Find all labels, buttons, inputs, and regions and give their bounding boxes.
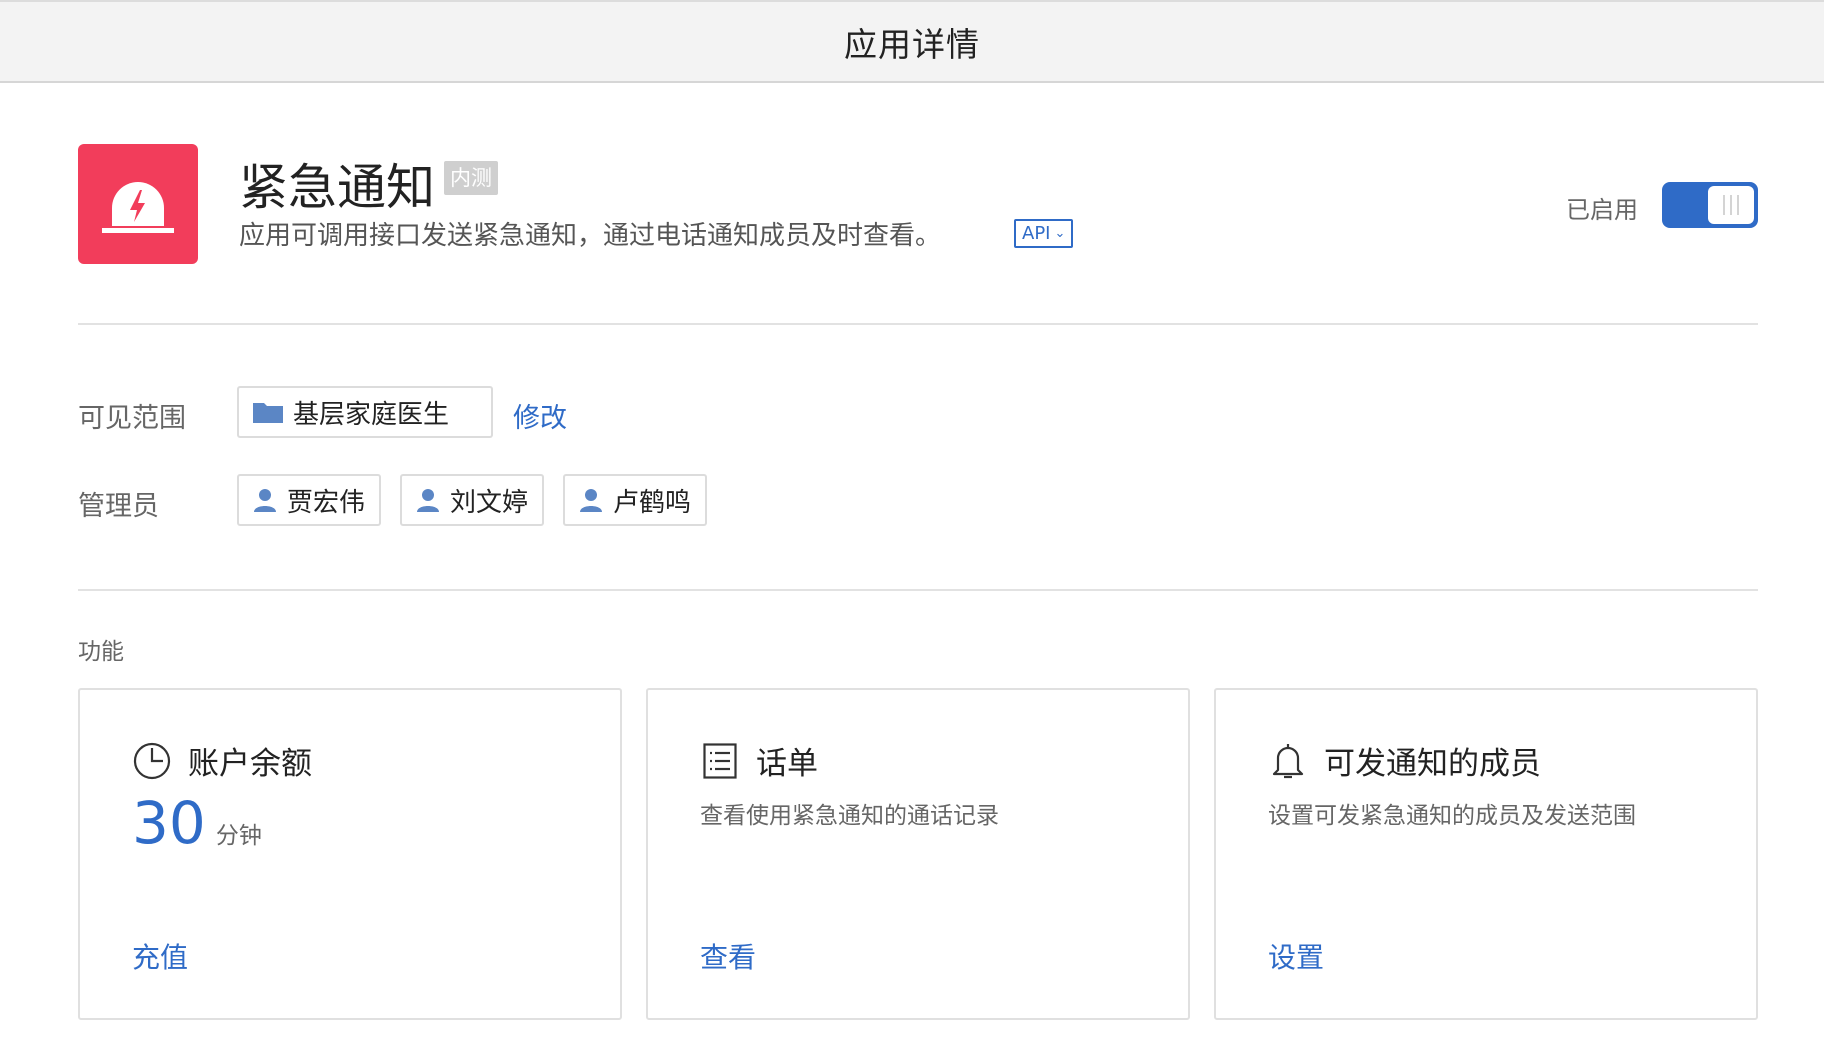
api-dropdown[interactable]: API ⌄ [1014,219,1074,248]
view-records-link[interactable]: 查看 [700,936,756,976]
visibility-scope: 基层家庭医生 [293,399,450,430]
card-title: 话单 [756,746,818,782]
balance-unit: 分钟 [215,823,262,849]
visibility-label: 可见范围 [78,403,186,434]
app-description: 应用可调用接口发送紧急通知，通过电话通知成员及时查看。 [239,221,942,251]
balance-value: 30 分钟 [132,794,262,852]
app-header: 紧急通知 内测 应用可调用接口发送紧急通知，通过电话通知成员及时查看。 API … [78,144,1758,265]
enable-toggle[interactable] [1662,182,1758,228]
admins-label: 管理员 [78,491,159,522]
settings-link[interactable]: 设置 [1268,936,1324,976]
visibility-scope-chip: 基层家庭医生 [237,386,493,438]
api-label: API [1022,223,1051,244]
chevron-down-icon: ⌄ [1054,226,1066,241]
bell-icon [1268,741,1308,781]
admin-chip[interactable]: 卢鹤鸣 [563,474,707,526]
admin-chip[interactable]: 贾宏伟 [237,474,381,526]
admin-name: 贾宏伟 [287,487,366,518]
card-header: 话单 [700,738,818,783]
divider [78,589,1758,591]
card-description: 查看使用紧急通知的通话记录 [700,803,999,829]
status-label: 已启用 [1566,196,1638,224]
app-name: 紧急通知 [239,159,436,216]
user-icon [416,488,440,512]
features-label: 功能 [78,639,124,665]
edit-visibility-link[interactable]: 修改 [513,396,567,435]
balance-number: 30 [132,789,206,857]
admin-chip[interactable]: 刘文婷 [400,474,544,526]
card-title: 账户余额 [188,746,312,782]
window-title: 应用详情 [844,24,980,64]
card-header: 账户余额 [132,738,312,783]
admin-name: 卢鹤鸣 [613,487,692,518]
user-icon [253,488,277,512]
divider [78,323,1758,325]
toggle-knob [1708,186,1754,224]
user-icon [579,488,603,512]
title-bar: 应用详情 [0,0,1824,83]
card-header: 可发通知的成员 [1268,738,1541,783]
card-title: 可发通知的成员 [1324,746,1541,782]
call-records-card: 话单 查看使用紧急通知的通话记录 查看 [646,688,1190,1020]
clock-icon [132,741,172,781]
notify-members-card: 可发通知的成员 设置可发紧急通知的成员及发送范围 设置 [1214,688,1758,1020]
beta-badge: 内测 [444,161,498,195]
admin-name: 刘文婷 [450,487,529,518]
recharge-link[interactable]: 充值 [132,936,188,976]
balance-card: 账户余额 30 分钟 充值 [78,688,622,1020]
list-icon [700,741,740,781]
folder-icon [253,401,283,423]
emergency-light-icon [78,144,198,264]
card-description: 设置可发紧急通知的成员及发送范围 [1268,803,1636,829]
